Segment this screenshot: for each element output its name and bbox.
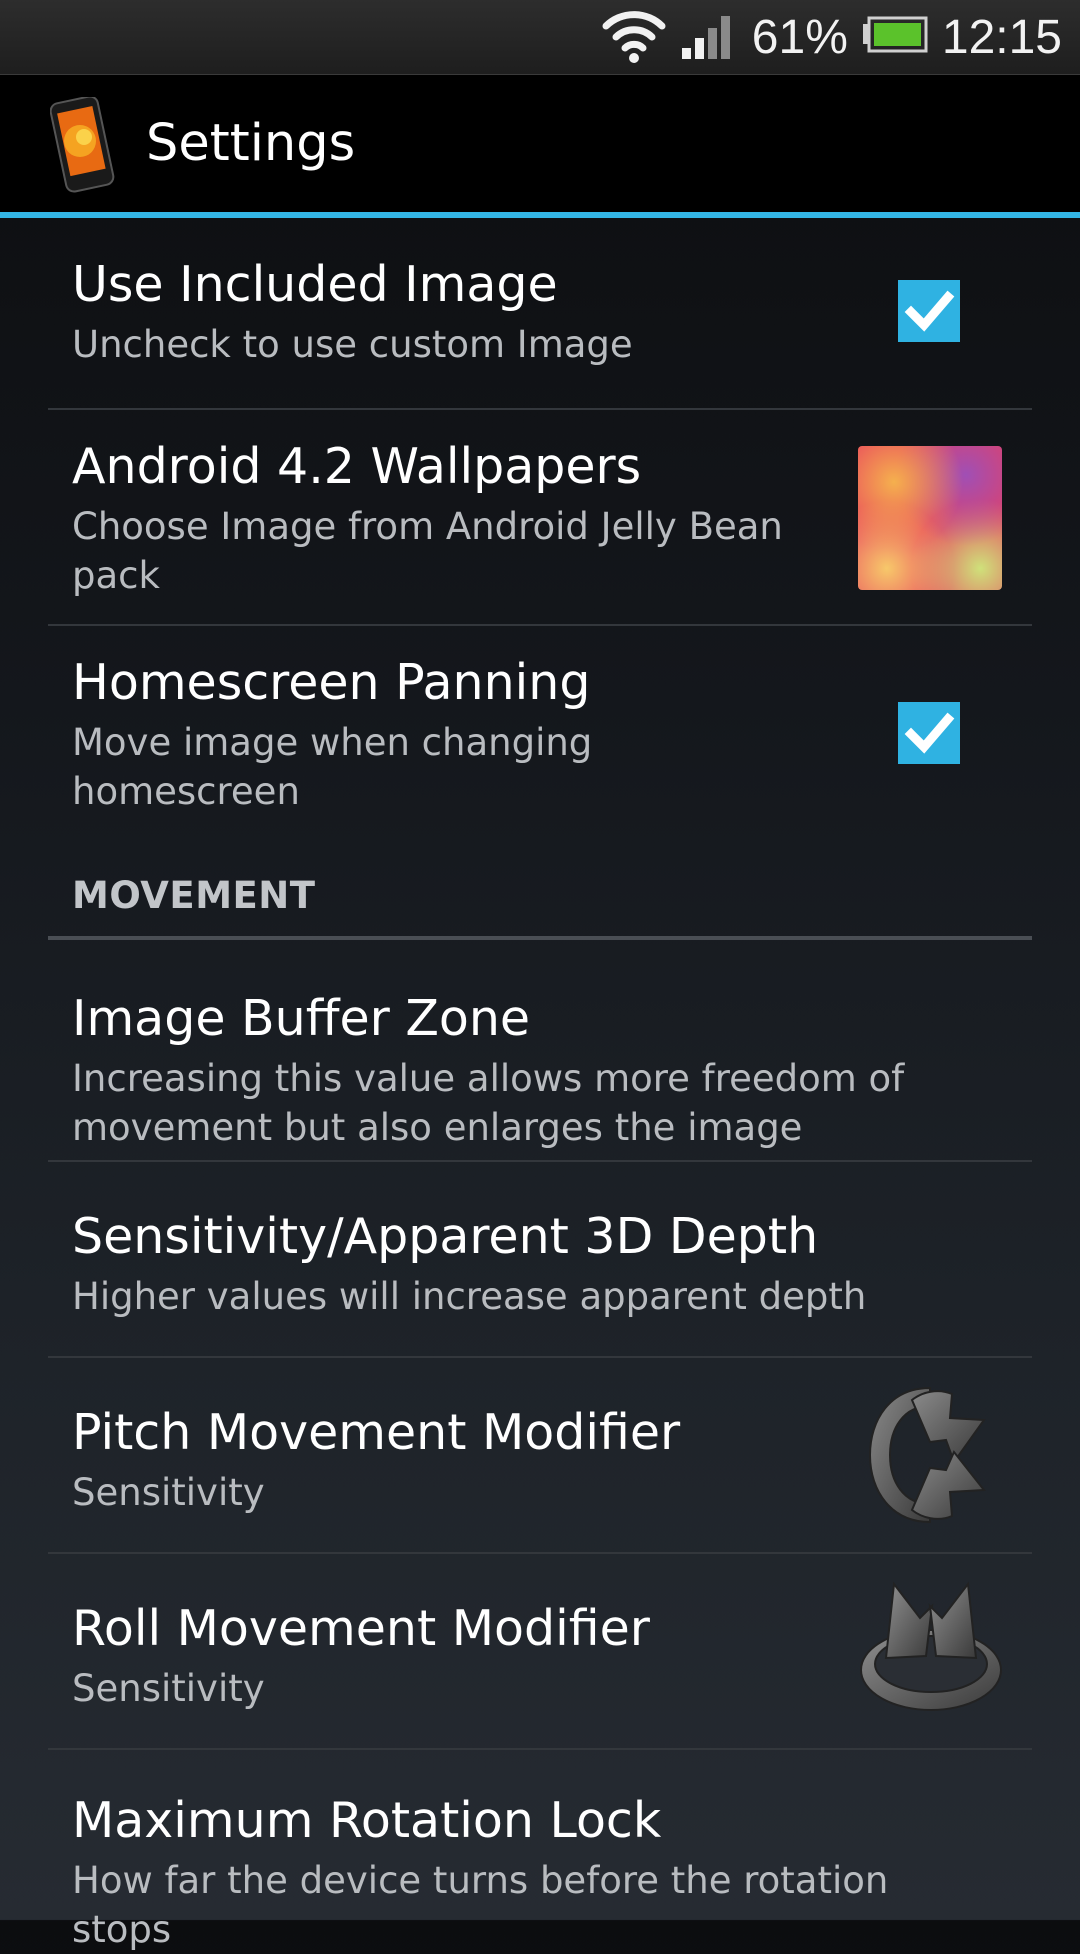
- battery-percent: 61%: [751, 10, 848, 64]
- pref-summary: Sensitivity: [72, 1471, 265, 1514]
- battery-icon: [862, 16, 928, 58]
- pref-pitch-movement-modifier[interactable]: Pitch Movement Modifier Sensitivity: [48, 1358, 1032, 1552]
- wallpaper-thumbnail[interactable]: [858, 446, 1002, 590]
- pref-title: Image Buffer Zone: [72, 990, 531, 1047]
- app-icon[interactable]: [49, 95, 120, 197]
- pref-summary: Move image when changing homescreen: [72, 721, 593, 813]
- pref-android-wallpapers[interactable]: Android 4.2 Wallpapers Choose Image from…: [48, 410, 1032, 626]
- pref-title: Android 4.2 Wallpapers: [72, 438, 642, 495]
- pitch-rotation-icon: [860, 1380, 1004, 1534]
- homescreen-panning-checkbox[interactable]: [898, 702, 960, 764]
- pref-title: Pitch Movement Modifier: [72, 1404, 681, 1461]
- pref-summary: Higher values will increase apparent dep…: [72, 1275, 867, 1318]
- pref-maximum-rotation-lock[interactable]: Maximum Rotation Lock How far the device…: [48, 1750, 1032, 1951]
- pref-summary: How far the device turns before the rota…: [72, 1859, 889, 1951]
- use-included-image-checkbox[interactable]: [898, 280, 960, 342]
- checkmark-icon: [904, 290, 955, 332]
- pref-homescreen-panning[interactable]: Homescreen Panning Move image when chang…: [48, 626, 1032, 842]
- roll-rotation-icon: [856, 1574, 1006, 1720]
- pref-image-buffer-zone[interactable]: Image Buffer Zone Increasing this value …: [48, 940, 1032, 1150]
- action-bar: Settings: [0, 75, 1080, 218]
- pref-summary: Uncheck to use custom Image: [72, 323, 633, 366]
- pref-title: Use Included Image: [72, 256, 558, 313]
- page-title: Settings: [146, 114, 356, 173]
- clock: 12:15: [941, 10, 1062, 64]
- signal-icon: [680, 10, 738, 64]
- pref-title: Roll Movement Modifier: [72, 1600, 650, 1657]
- checkmark-icon: [904, 712, 955, 754]
- pref-summary: Sensitivity: [72, 1667, 265, 1710]
- pref-roll-movement-modifier[interactable]: Roll Movement Modifier Sensitivity: [48, 1554, 1032, 1748]
- section-header-movement: MOVEMENT: [72, 874, 316, 917]
- wifi-icon: [602, 6, 666, 68]
- pref-summary: Choose Image from Android Jelly Bean pac…: [72, 505, 783, 597]
- pref-title: Maximum Rotation Lock: [72, 1792, 662, 1849]
- pref-title: Sensitivity/Apparent 3D Depth: [72, 1208, 819, 1265]
- status-bar: 61% 12:15: [0, 0, 1080, 75]
- pref-title: Homescreen Panning: [72, 654, 591, 711]
- pref-summary: Increasing this value allows more freedo…: [72, 1057, 905, 1149]
- pref-sensitivity-depth[interactable]: Sensitivity/Apparent 3D Depth Higher val…: [48, 1162, 1032, 1356]
- pref-use-included-image[interactable]: Use Included Image Uncheck to use custom…: [48, 218, 1032, 408]
